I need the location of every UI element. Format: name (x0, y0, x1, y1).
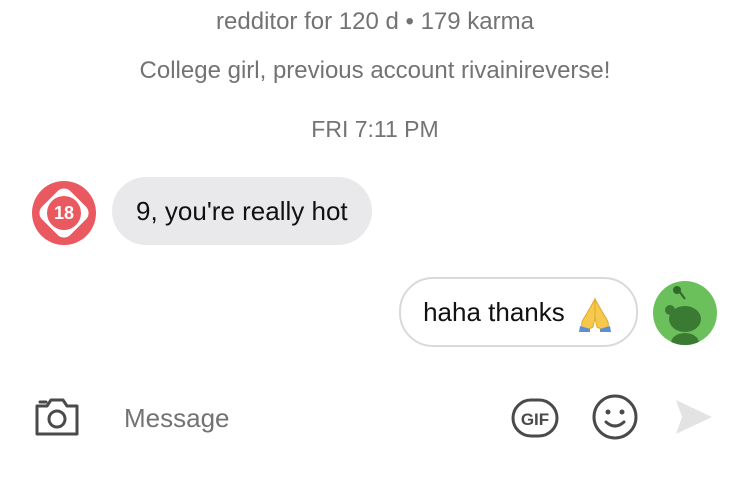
folded-hands-emoji (579, 297, 611, 333)
sender-avatar[interactable]: 18 (32, 181, 96, 245)
profile-bio: College girl, previous account rivainire… (139, 57, 611, 84)
incoming-message-bubble[interactable]: 9, you're really hot (112, 177, 372, 245)
incoming-message-text: 9, you're really hot (136, 196, 348, 226)
gif-label: GIF (521, 410, 549, 429)
my-avatar[interactable] (653, 281, 717, 345)
emoji-icon[interactable] (591, 393, 639, 441)
outgoing-message-text: haha thanks (423, 297, 565, 327)
profile-stats: redditor for 120 d • 179 karma (216, 8, 534, 35)
camera-icon[interactable] (33, 396, 81, 438)
gif-icon[interactable]: GIF (511, 398, 559, 438)
message-input[interactable] (124, 396, 484, 440)
age-badge: 18 (47, 196, 81, 230)
outgoing-message-bubble[interactable]: haha thanks (399, 277, 638, 347)
message-timestamp: FRI 7:11 PM (311, 116, 439, 142)
snoo-avatar-icon (665, 286, 701, 345)
send-icon[interactable] (672, 396, 716, 438)
